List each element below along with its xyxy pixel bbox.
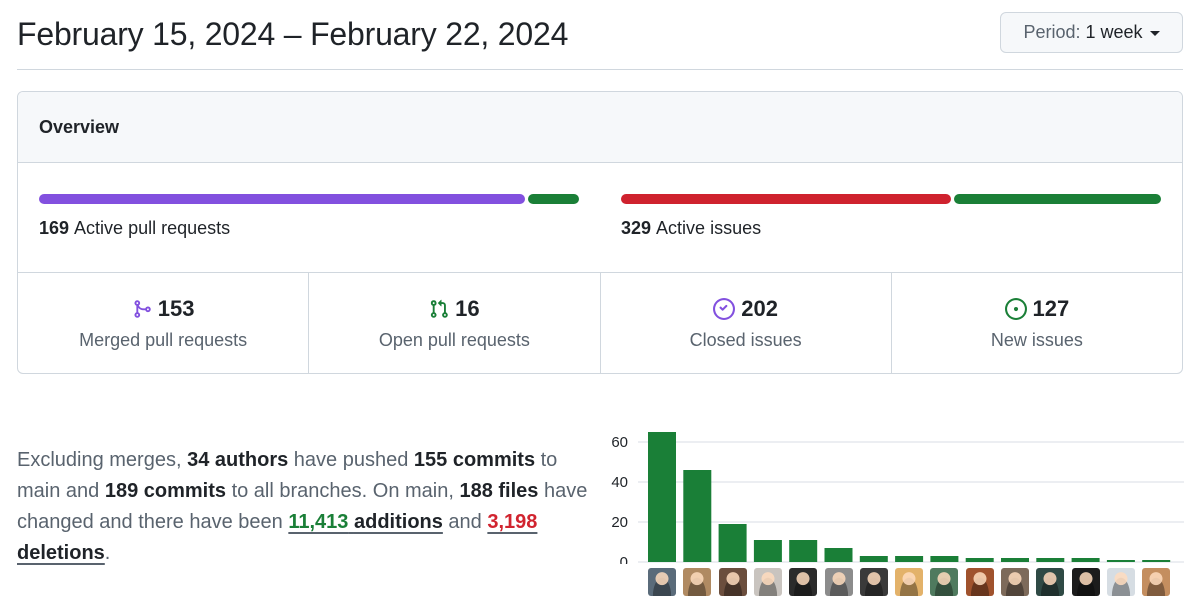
pull-requests-progress-segment-0 bbox=[39, 194, 525, 204]
closed-issues-label: Closed issues bbox=[689, 330, 802, 350]
y-tick-label: 60 bbox=[611, 434, 628, 451]
contributor-avatar[interactable] bbox=[859, 568, 888, 596]
merged-pull-requests-label: Merged pull requests bbox=[79, 330, 248, 350]
active-issues-label: Active issues bbox=[656, 218, 762, 238]
commit-bar[interactable] bbox=[895, 556, 924, 562]
commits-main-count: 155 commits bbox=[413, 449, 536, 471]
commit-bar[interactable] bbox=[789, 540, 818, 562]
commit-bar[interactable] bbox=[965, 558, 994, 562]
contributor-avatar[interactable] bbox=[930, 568, 959, 596]
period-dropdown-button[interactable]: Period: 1 week bbox=[1000, 12, 1183, 53]
files-changed-count: 188 files bbox=[459, 480, 539, 502]
active-pull-requests-summary[interactable]: 169 Active pull requests bbox=[39, 194, 579, 239]
y-tick-label: 20 bbox=[611, 514, 628, 531]
overview-box: Overview 169 Active pull requests 329 Acti… bbox=[17, 91, 1183, 374]
caret-down-icon bbox=[1149, 31, 1160, 36]
page-header: February 15, 2024 – February 22, 2024 Pe… bbox=[17, 0, 1183, 70]
overview-stats: 153 Merged pull requests 16 Open pull re… bbox=[18, 273, 1182, 373]
period-value: 1 week bbox=[1085, 22, 1143, 42]
contributor-avatar[interactable] bbox=[965, 568, 994, 596]
summary-text: and bbox=[442, 511, 488, 533]
issue-closed-icon bbox=[713, 298, 736, 320]
authors-count: 34 authors bbox=[187, 449, 289, 471]
commit-bar[interactable] bbox=[1142, 560, 1171, 562]
git-pull-request-icon bbox=[430, 299, 448, 318]
additions-count: 11,413 bbox=[288, 511, 349, 533]
issues-progress-segment-0 bbox=[621, 194, 951, 204]
commit-bar[interactable] bbox=[824, 548, 853, 562]
active-issues-summary[interactable]: 329 Active issues bbox=[621, 194, 1161, 239]
contributor-avatar[interactable] bbox=[718, 568, 747, 596]
summary-text: . bbox=[104, 542, 111, 564]
new-issues-count: 127 bbox=[1032, 296, 1070, 321]
active-pull-requests-count: 169 bbox=[39, 218, 70, 238]
contributor-avatar[interactable] bbox=[1001, 568, 1029, 596]
summary-text: Excluding merges, bbox=[17, 449, 188, 471]
contributor-avatar[interactable] bbox=[824, 568, 853, 596]
summary-text: have pushed bbox=[288, 449, 414, 471]
additions-link[interactable]: 11,413 additions bbox=[288, 511, 443, 533]
commit-bar-chart: 60 40 20 0 bbox=[611, 432, 1184, 571]
issues-progress-segment-1 bbox=[953, 194, 1161, 204]
additions-label: additions bbox=[353, 511, 443, 533]
contributor-avatar[interactable] bbox=[648, 568, 676, 596]
open-pull-requests-count: 16 bbox=[455, 296, 480, 321]
contributors-commit-chart: 60 40 20 0 bbox=[596, 424, 1196, 614]
period-prefix: Period: bbox=[1023, 22, 1081, 42]
overview-header: Overview bbox=[18, 92, 1182, 163]
contributor-avatar[interactable] bbox=[1142, 568, 1171, 596]
commit-bar[interactable] bbox=[718, 524, 747, 562]
commit-bar[interactable] bbox=[648, 432, 676, 562]
contributor-avatar[interactable] bbox=[895, 568, 924, 596]
deletions-count: 3,198 bbox=[487, 511, 538, 533]
active-issues-count: 329 bbox=[621, 218, 652, 238]
commits-all-branches-count: 189 commits bbox=[104, 480, 227, 502]
contributor-avatar[interactable] bbox=[789, 568, 818, 596]
git-merge-icon bbox=[134, 300, 151, 318]
pull-requests-progress-bar bbox=[39, 194, 579, 204]
overview-title: Overview bbox=[39, 116, 120, 137]
open-pull-requests-label: Open pull requests bbox=[378, 330, 530, 350]
contributor-avatar[interactable] bbox=[1036, 568, 1065, 596]
overview-progress-section: 169 Active pull requests 329 Active issues bbox=[18, 163, 1182, 273]
contributor-avatar[interactable] bbox=[753, 568, 782, 596]
contributor-avatar[interactable] bbox=[1106, 568, 1135, 596]
stat-merged-pull-requests[interactable]: 153 Merged pull requests bbox=[18, 273, 310, 373]
date-range-title: February 15, 2024 – February 22, 2024 bbox=[17, 16, 569, 52]
commit-bar[interactable] bbox=[753, 540, 782, 562]
y-tick-label: 0 bbox=[620, 554, 628, 564]
stat-closed-issues[interactable]: 202 Closed issues bbox=[601, 273, 892, 373]
commit-bar[interactable] bbox=[1001, 558, 1029, 562]
commit-bar[interactable] bbox=[1106, 560, 1135, 562]
deletions-label: deletions bbox=[17, 542, 105, 564]
commit-summary-text: Excluding merges, 34 authors have pushed… bbox=[17, 445, 597, 569]
commit-bar[interactable] bbox=[930, 556, 959, 562]
issues-progress-bar bbox=[621, 194, 1161, 204]
stat-open-pull-requests[interactable]: 16 Open pull requests bbox=[309, 273, 601, 373]
contributor-avatar[interactable] bbox=[683, 568, 712, 596]
y-tick-label: 40 bbox=[611, 474, 628, 491]
pull-requests-progress-segment-1 bbox=[527, 194, 579, 204]
commit-bar[interactable] bbox=[859, 556, 888, 562]
summary-text: to all branches. On main, bbox=[226, 480, 460, 502]
commit-bar[interactable] bbox=[1071, 558, 1100, 562]
issue-opened-icon bbox=[1004, 298, 1027, 320]
merged-pull-requests-count: 153 bbox=[157, 296, 195, 321]
contributor-avatar[interactable] bbox=[1071, 568, 1100, 596]
commit-bar[interactable] bbox=[683, 470, 712, 562]
commit-bar[interactable] bbox=[1036, 558, 1065, 562]
closed-issues-count: 202 bbox=[741, 296, 778, 321]
stat-new-issues[interactable]: 127 New issues bbox=[892, 273, 1182, 373]
active-pull-requests-label: Active pull requests bbox=[74, 218, 231, 238]
new-issues-label: New issues bbox=[990, 330, 1083, 350]
